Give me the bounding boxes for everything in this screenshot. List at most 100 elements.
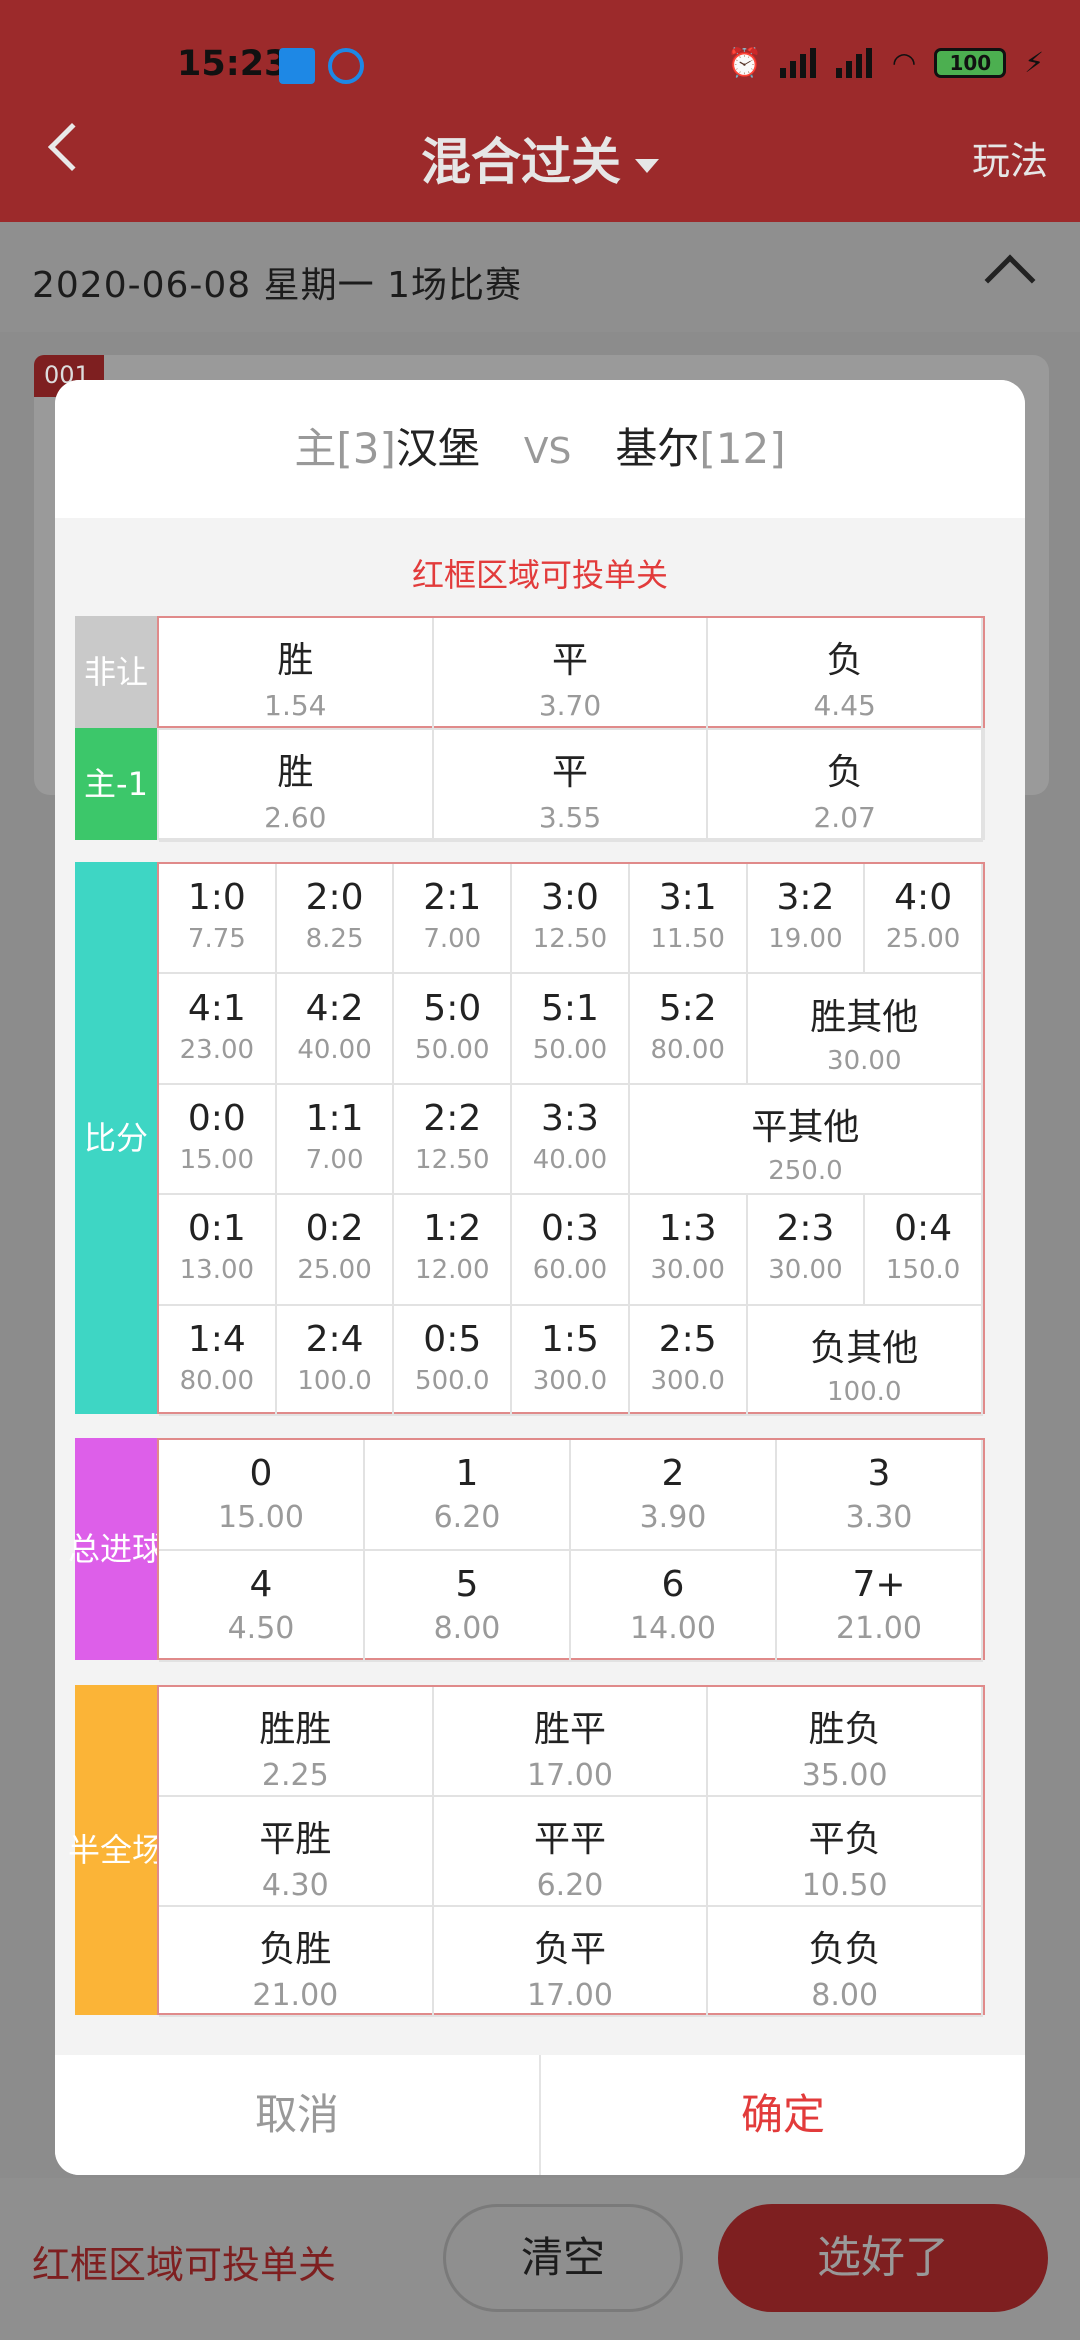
odds-option: 1 bbox=[455, 1453, 479, 1495]
odds-value: 15.00 bbox=[218, 1500, 304, 1536]
odds-value: 21.00 bbox=[836, 1611, 922, 1647]
date-bar[interactable]: 2020-06-08 星期一 1场比赛 bbox=[0, 222, 1080, 332]
home-rank: 主[3] bbox=[294, 424, 396, 473]
odds-value: 4.50 bbox=[227, 1611, 295, 1647]
odds-option: 2:0 bbox=[305, 877, 364, 919]
odds-cell[interactable]: 0:0 15.00 bbox=[159, 1084, 277, 1196]
odds-cell[interactable]: 负 4.45 bbox=[708, 618, 983, 730]
alarm-icon: ⏰ bbox=[727, 46, 762, 79]
odds-value: 7.00 bbox=[423, 924, 482, 955]
odds-cell[interactable]: 2:1 7.00 bbox=[394, 864, 513, 975]
odds-cell[interactable]: 5:2 80.00 bbox=[629, 974, 748, 1085]
odds-cell[interactable]: 平平 6.20 bbox=[433, 1797, 709, 1907]
odds-cell[interactable]: 1:4 80.00 bbox=[159, 1305, 277, 1416]
odds-value: 100.0 bbox=[297, 1365, 372, 1396]
odds-option: 3:0 bbox=[541, 877, 599, 919]
odds-value: 12.00 bbox=[415, 1255, 490, 1286]
odds-cell[interactable]: 4:0 25.00 bbox=[865, 864, 983, 975]
odds-option: 3:2 bbox=[776, 877, 835, 919]
odds-option: 4:1 bbox=[187, 987, 246, 1029]
odds-value: 35.00 bbox=[801, 1758, 888, 1794]
odds-cell[interactable]: 7+ 21.00 bbox=[777, 1551, 983, 1662]
odds-cell[interactable]: 5:1 50.00 bbox=[512, 974, 630, 1085]
odds-cell[interactable]: 2:4 100.0 bbox=[276, 1305, 395, 1416]
odds-cell[interactable]: 1 6.20 bbox=[365, 1440, 571, 1551]
odds-cell[interactable]: 2:0 8.25 bbox=[276, 864, 395, 975]
odds-option: 3:3 bbox=[541, 1098, 599, 1140]
odds-cell[interactable]: 3:0 12.50 bbox=[512, 864, 630, 975]
odds-cell[interactable]: 平 3.70 bbox=[433, 618, 709, 730]
odds-cell[interactable]: 负胜 21.00 bbox=[159, 1907, 434, 2017]
odds-cell[interactable]: 0:1 13.00 bbox=[159, 1195, 277, 1306]
odds-option: 4:2 bbox=[305, 987, 364, 1029]
odds-value: 21.00 bbox=[252, 1978, 339, 2014]
odds-cell[interactable]: 负平 17.00 bbox=[433, 1907, 709, 2017]
odds-cell[interactable]: 胜 1.54 bbox=[159, 618, 434, 730]
odds-cell[interactable]: 平胜 4.30 bbox=[159, 1797, 434, 1907]
odds-cell[interactable]: 1:2 12.00 bbox=[394, 1195, 513, 1306]
odds-cell[interactable]: 胜平 17.00 bbox=[433, 1687, 709, 1797]
odds-cell[interactable]: 2 3.90 bbox=[571, 1440, 777, 1551]
odds-option: 3 bbox=[867, 1453, 891, 1495]
odds-cell[interactable]: 3:3 40.00 bbox=[512, 1084, 630, 1196]
odds-cell[interactable]: 0:3 60.00 bbox=[512, 1195, 630, 1306]
odds-cell[interactable]: 胜 2.60 bbox=[159, 730, 434, 842]
odds-cell[interactable]: 胜胜 2.25 bbox=[159, 1687, 434, 1797]
odds-option: 0:4 bbox=[894, 1208, 953, 1250]
odds-cell[interactable]: 6 14.00 bbox=[571, 1551, 777, 1662]
odds-value: 80.00 bbox=[650, 1034, 725, 1065]
odds-value: 50.00 bbox=[532, 1034, 608, 1065]
odds-cell[interactable]: 3 3.30 bbox=[777, 1440, 983, 1551]
page-title[interactable]: 混合过关 bbox=[0, 122, 1080, 194]
odds-option: 平负 bbox=[808, 1819, 881, 1861]
done-button[interactable]: 选好了 bbox=[718, 2204, 1048, 2312]
odds-cell[interactable]: 3:1 11.50 bbox=[629, 864, 748, 975]
odds-value: 10.50 bbox=[801, 1868, 888, 1904]
odds-cell[interactable]: 1:3 30.00 bbox=[629, 1195, 748, 1306]
clear-button[interactable]: 清空 bbox=[443, 2204, 683, 2312]
odds-value: 19.00 bbox=[768, 924, 843, 955]
odds-cell[interactable]: 4:2 40.00 bbox=[276, 974, 395, 1085]
odds-cell[interactable]: 平其他 250.0 bbox=[629, 1084, 983, 1196]
odds-option: 4 bbox=[249, 1564, 273, 1606]
play-rules-link[interactable]: 玩法 bbox=[972, 130, 1048, 185]
odds-cell[interactable]: 4 4.50 bbox=[159, 1551, 365, 1662]
odds-cell[interactable]: 胜负 35.00 bbox=[708, 1687, 983, 1797]
odds-cell[interactable]: 1:5 300.0 bbox=[512, 1305, 630, 1416]
odds-cell[interactable]: 0:2 25.00 bbox=[276, 1195, 395, 1306]
half-full-label: 半全场 bbox=[68, 1685, 164, 2015]
odds-option: 0:3 bbox=[541, 1208, 599, 1250]
odds-value: 100.0 bbox=[827, 1376, 902, 1407]
odds-value: 17.00 bbox=[527, 1758, 613, 1794]
odds-option: 0:0 bbox=[187, 1098, 246, 1140]
odds-cell[interactable]: 负负 8.00 bbox=[708, 1907, 983, 2017]
odds-cell[interactable]: 1:1 7.00 bbox=[276, 1084, 395, 1196]
odds-cell[interactable]: 5 8.00 bbox=[365, 1551, 571, 1662]
single-bet-hint: 红框区域可投单关 bbox=[411, 556, 668, 594]
cancel-button[interactable]: 取消 bbox=[55, 2055, 541, 2175]
odds-option: 2:3 bbox=[776, 1208, 835, 1250]
odds-option: 2:4 bbox=[305, 1318, 364, 1360]
odds-cell[interactable]: 0:5 500.0 bbox=[394, 1305, 513, 1416]
odds-cell[interactable]: 2:3 30.00 bbox=[747, 1195, 866, 1306]
confirm-button[interactable]: 确定 bbox=[541, 2055, 1025, 2175]
odds-cell[interactable]: 2:2 12.50 bbox=[394, 1084, 513, 1196]
odds-value: 40.00 bbox=[297, 1034, 372, 1065]
odds-cell[interactable]: 0:4 150.0 bbox=[865, 1195, 983, 1306]
odds-cell[interactable]: 5:0 50.00 bbox=[394, 974, 513, 1085]
odds-value: 50.00 bbox=[415, 1034, 490, 1065]
wifi-icon: ◠ bbox=[891, 46, 917, 79]
odds-cell[interactable]: 负 2.07 bbox=[708, 730, 983, 842]
odds-cell[interactable]: 3:2 19.00 bbox=[747, 864, 866, 975]
odds-cell[interactable]: 负其他 100.0 bbox=[747, 1305, 983, 1416]
odds-value: 150.0 bbox=[885, 1255, 961, 1286]
odds-cell[interactable]: 平负 10.50 bbox=[708, 1797, 983, 1907]
odds-cell[interactable]: 2:5 300.0 bbox=[629, 1305, 748, 1416]
notification-chat-icon bbox=[328, 48, 364, 84]
odds-cell[interactable]: 0 15.00 bbox=[159, 1440, 365, 1551]
odds-cell[interactable]: 胜其他 30.00 bbox=[747, 974, 983, 1085]
odds-cell[interactable]: 4:1 23.00 bbox=[159, 974, 277, 1085]
odds-cell[interactable]: 1:0 7.75 bbox=[159, 864, 277, 975]
odds-cell[interactable]: 平 3.55 bbox=[433, 730, 709, 842]
odds-option: 0:2 bbox=[305, 1208, 364, 1250]
